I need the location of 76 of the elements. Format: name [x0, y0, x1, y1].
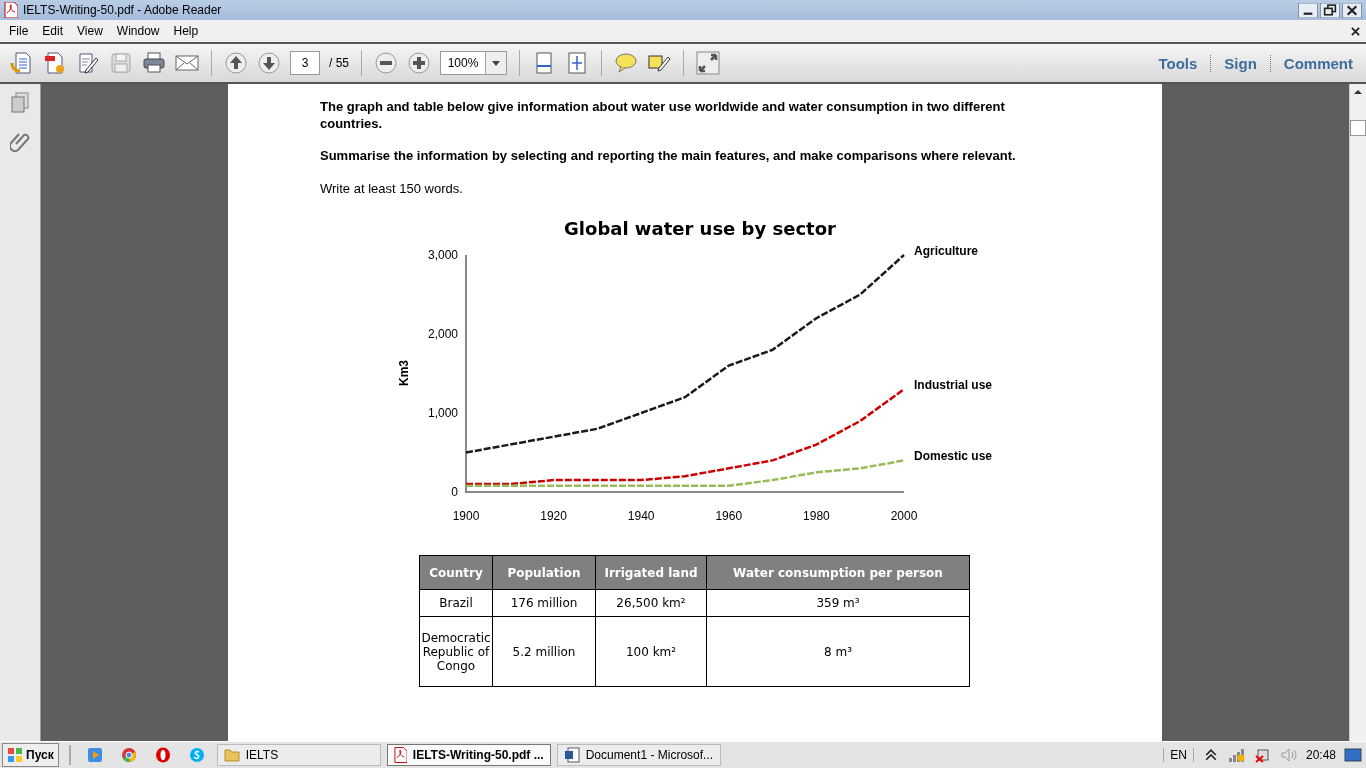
opera-icon[interactable] [154, 747, 171, 763]
toolbar-link[interactable]: Tools [1145, 54, 1211, 72]
menu-item[interactable]: Edit [35, 24, 71, 38]
x-tick-label: 1920 [540, 509, 567, 523]
table-cell: 359 m³ [706, 589, 970, 617]
page-count: / 55 [329, 56, 349, 70]
menu-item[interactable]: File [2, 24, 36, 38]
printer-icon[interactable] [142, 51, 166, 75]
paragraph: Summarise the information by selecting and reporting the main features, and make comparisons where relevant. [320, 148, 1017, 165]
table-cell: 8 m³ [706, 616, 970, 687]
folder-icon [223, 747, 240, 763]
y-tick-label: 3,000 [427, 248, 458, 262]
x-tick-label: 1960 [715, 509, 743, 523]
menu-item[interactable]: Help [166, 24, 206, 38]
table-cell: 26,500 km² [595, 589, 707, 617]
taskbar-button[interactable]: IELTS-Writing-50.pdf ... [386, 744, 551, 766]
restore-icon[interactable] [1320, 2, 1340, 18]
x-tick-label: 1980 [803, 509, 830, 523]
table-cell: 176 million [492, 589, 596, 617]
column-header: Country [419, 555, 493, 590]
table-cell: Brazil [419, 589, 493, 617]
edit-document-icon[interactable] [76, 51, 100, 75]
y-axis-label: Km3 [397, 360, 411, 386]
toolbar-link[interactable]: Comment [1269, 54, 1366, 72]
series-label: Agriculture [914, 244, 978, 258]
minimize-icon[interactable] [1298, 2, 1318, 18]
arrow-up-icon[interactable] [224, 51, 248, 75]
show-desktop-icon[interactable] [1344, 747, 1362, 763]
pdf-icon [393, 747, 407, 763]
expand-icon[interactable] [696, 51, 720, 75]
word-document-icon [563, 747, 580, 763]
media-player-icon[interactable] [86, 747, 103, 763]
speech-bubble-icon[interactable] [614, 51, 638, 75]
zoom-in-icon[interactable] [407, 51, 431, 75]
column-header: Population [492, 555, 596, 590]
pdf-icon [4, 2, 18, 18]
page-number-field[interactable]: 3 [290, 51, 320, 75]
clock[interactable]: 20:48 [1305, 748, 1336, 762]
table-cell: 100 km² [595, 616, 707, 687]
window-title: IELTS-Writing-50.pdf - Adobe Reader [23, 3, 223, 17]
menu-item[interactable]: Window [109, 24, 167, 38]
y-tick-label: 2,000 [427, 327, 458, 341]
scrollbar[interactable] [1349, 84, 1366, 741]
paragraph: Write at least 150 words. [320, 180, 464, 197]
table-cell: Democratic Republic of Congo [419, 616, 493, 687]
table-cell: 5.2 million [492, 616, 596, 687]
start-button[interactable]: Пуск [2, 743, 59, 767]
chrome-icon[interactable] [120, 747, 137, 763]
arrow-down-icon[interactable] [257, 51, 281, 75]
series-label: Domestic use [914, 449, 993, 464]
windows-logo-icon [7, 747, 23, 763]
paragraph: The graph and table below give information about water use worldwide and water consumption in two different countries. [320, 99, 1006, 132]
chart-title: Global water use by sector [564, 218, 836, 239]
open-file-icon[interactable] [10, 51, 34, 75]
signal-bars-icon[interactable] [1227, 747, 1246, 763]
x-tick-label: 1900 [452, 509, 480, 523]
zoom-dropdown[interactable]: 100% [440, 51, 507, 75]
close-icon[interactable] [1351, 26, 1360, 36]
series-label: Industrial use [914, 378, 993, 393]
toolbar-link[interactable]: Sign [1210, 54, 1270, 72]
language-indicator[interactable]: EN [1163, 748, 1194, 762]
close-icon[interactable] [1342, 2, 1362, 18]
taskbar-button[interactable]: Document1 - Microsof... [556, 744, 721, 766]
y-tick-label: 1,000 [427, 406, 458, 420]
x-tick-label: 2000 [890, 509, 918, 523]
caret-icon [492, 60, 500, 66]
y-tick-label: 0 [451, 485, 458, 499]
fit-page-icon[interactable] [565, 51, 589, 75]
scroll-thumb[interactable] [1350, 120, 1366, 136]
column-header: Irrigated land [595, 555, 707, 590]
create-pdf-icon[interactable] [43, 51, 67, 75]
column-header: Water consumption per person [706, 555, 970, 590]
menu-item[interactable]: View [70, 24, 110, 38]
x-tick-label: 1940 [627, 509, 655, 523]
taskbar-button[interactable]: IELTS [216, 744, 381, 766]
zoom-out-icon[interactable] [374, 51, 398, 75]
